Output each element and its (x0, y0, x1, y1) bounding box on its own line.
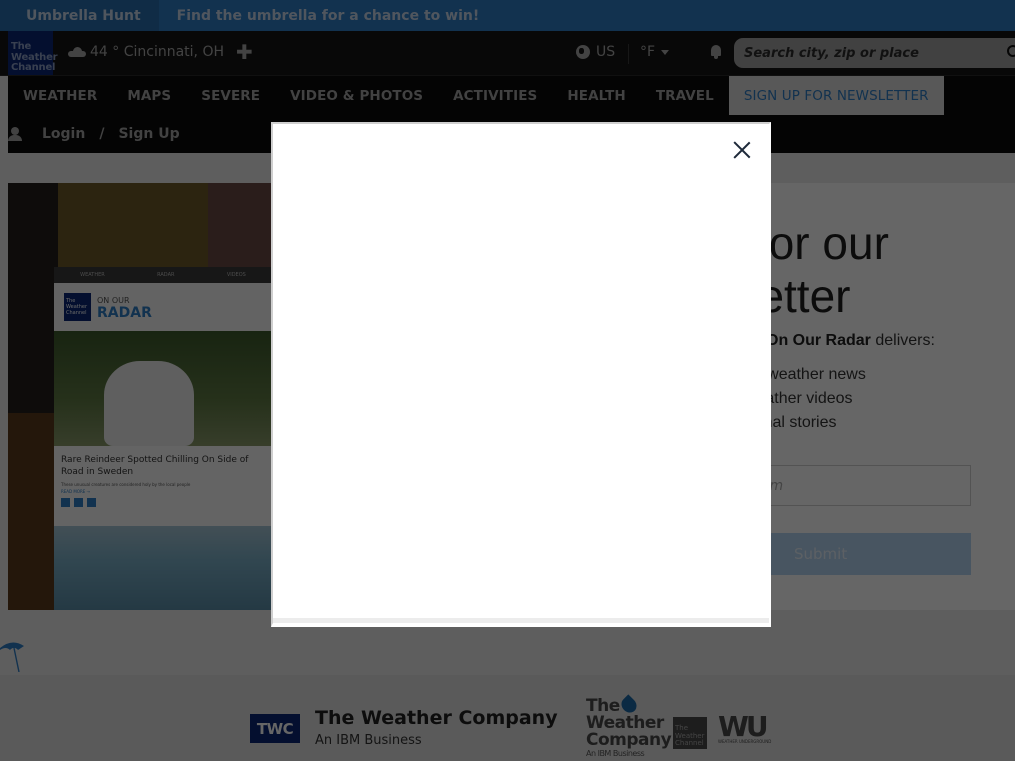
modal-dialog (271, 122, 771, 627)
close-icon[interactable] (731, 139, 753, 161)
